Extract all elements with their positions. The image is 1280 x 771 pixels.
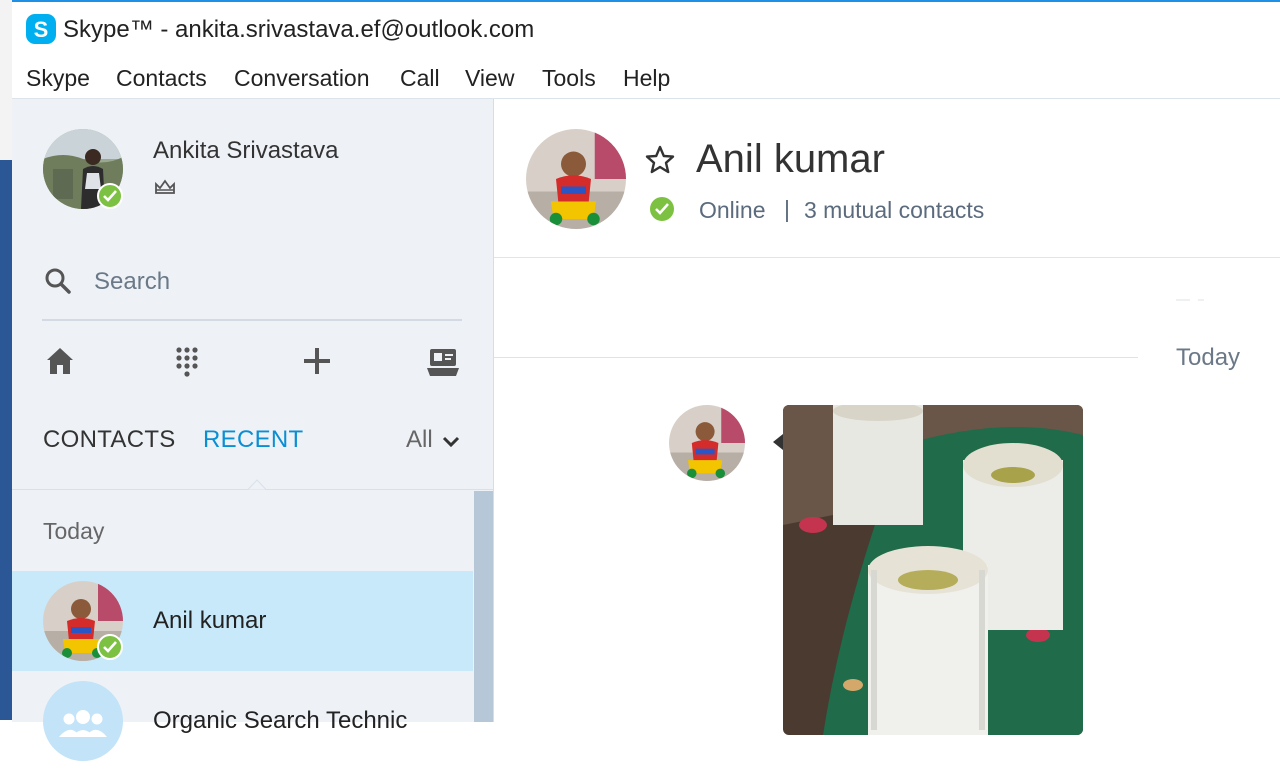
menu-tools[interactable]: Tools (542, 65, 596, 92)
skype-window: S Skype™ - ankita.srivastava.ef@outlook.… (12, 0, 1280, 761)
dialpad-icon[interactable] (170, 344, 204, 378)
header-separator: | (784, 196, 790, 222)
section-header-today: Today (43, 518, 105, 544)
favorite-star-icon[interactable] (644, 144, 676, 176)
conversation-header: Anil kumar Online | 3 mutual contacts (494, 99, 1280, 258)
tab-contacts[interactable]: CONTACTS (43, 426, 176, 454)
filter-dropdown[interactable]: All (406, 426, 460, 454)
online-status-icon (97, 634, 123, 660)
home-icon[interactable] (43, 344, 77, 378)
recent-item-anil-kumar[interactable]: Anil kumar (12, 571, 473, 671)
svg-text:S: S (34, 17, 49, 42)
message-bubble-tail (773, 434, 783, 450)
sidebar: Ankita Srivastava Search CONTACTS RECENT… (12, 99, 494, 761)
filter-label: All (406, 426, 433, 453)
menu-help[interactable]: Help (623, 65, 670, 92)
contact-name: Organic Search Technic (153, 707, 408, 734)
title-bar: S Skype™ - ankita.srivastava.ef@outlook.… (12, 2, 1280, 60)
add-icon[interactable] (300, 344, 334, 378)
profile-online-status-icon (97, 183, 123, 209)
menu-skype[interactable]: Skype (26, 65, 90, 92)
conversation-pane: Anil kumar Online | 3 mutual contacts To… (494, 99, 1280, 735)
message-sender-avatar[interactable] (669, 405, 745, 481)
faded-timestamp (1176, 299, 1204, 301)
crown-icon[interactable] (154, 179, 176, 195)
menu-view[interactable]: View (465, 65, 514, 92)
skype-logo-icon: S (26, 14, 56, 44)
peer-online-status-icon (650, 197, 674, 221)
search-bar (42, 249, 462, 321)
window-title: Skype™ - ankita.srivastava.ef@outlook.co… (63, 16, 535, 43)
tab-recent[interactable]: RECENT (203, 426, 303, 454)
conversation-title: Anil kumar (696, 137, 885, 181)
contact-card-icon[interactable] (426, 344, 460, 378)
shared-photo[interactable] (783, 405, 1083, 735)
menu-contacts[interactable]: Contacts (116, 65, 207, 92)
peer-status-text: Online (699, 197, 766, 223)
menu-call[interactable]: Call (400, 65, 440, 92)
mutual-contacts-link[interactable]: 3 mutual contacts (804, 197, 984, 224)
menu-bar: Skype Contacts Conversation Call View To… (12, 60, 1280, 99)
peer-avatar[interactable] (526, 129, 626, 229)
profile-name[interactable]: Ankita Srivastava (153, 137, 338, 165)
date-divider-label: Today (1176, 344, 1241, 371)
chevron-down-icon (442, 436, 460, 448)
search-icon (45, 268, 71, 294)
menu-conversation[interactable]: Conversation (234, 65, 370, 92)
group-icon (43, 681, 123, 761)
recent-scrollbar[interactable] (474, 491, 493, 722)
recent-item-group[interactable]: Organic Search Technic (12, 671, 473, 771)
date-divider-line (494, 357, 1138, 358)
search-input[interactable] (92, 261, 446, 303)
desktop-background (0, 0, 12, 720)
contact-name: Anil kumar (153, 607, 267, 634)
active-tab-indicator (230, 479, 284, 490)
